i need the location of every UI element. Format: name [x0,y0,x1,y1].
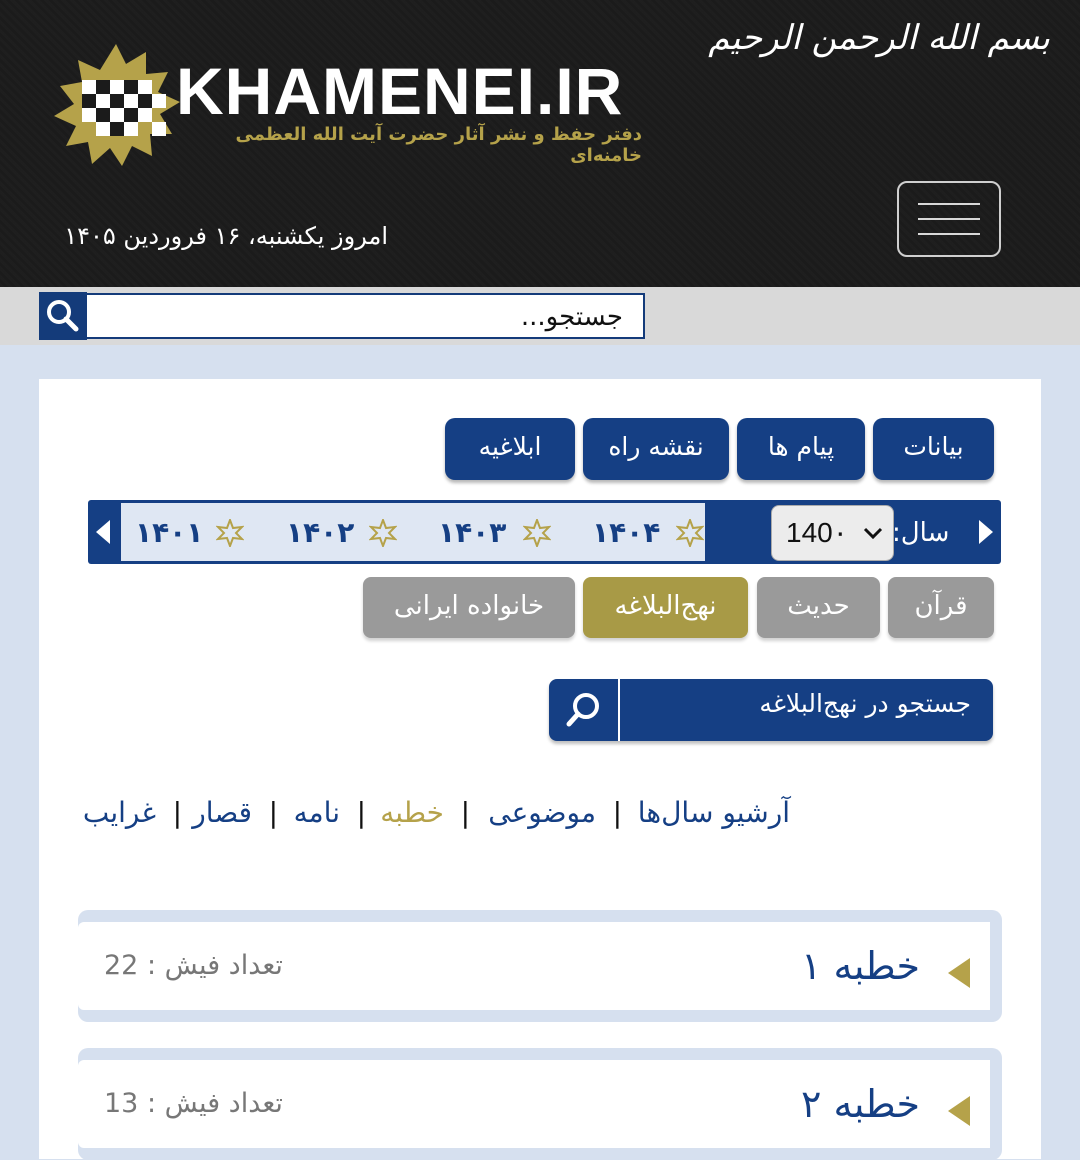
search-icon [566,693,599,727]
chevron-down-icon [863,527,883,540]
subnav-years-archive[interactable]: آرشیو سال‌ها [638,796,790,829]
list-item-title[interactable]: خطبه ۲ [801,1082,920,1126]
year-next-button[interactable] [969,500,1001,564]
tab-communique[interactable]: ابلاغیه [445,418,575,480]
divider [618,679,620,741]
subnav-letter[interactable]: نامه [294,796,340,829]
list-item-body: خطبه ۱ تعداد فیش : 22 [78,922,990,1010]
year-label: ۱۴۰۴ [592,516,661,549]
hamburger-menu-icon [918,203,980,205]
separator: | [268,796,278,829]
nahj-search-label: جستجو در نهج‌البلاغه [759,689,971,718]
subnav-short-sayings[interactable]: قصار [192,796,252,829]
star-ornament-icon [523,519,551,547]
category-quran[interactable]: قرآن [888,577,994,638]
tab-messages[interactable]: پیام ها [737,418,865,480]
tab-statements[interactable]: بیانات [873,418,994,480]
main-content-card [39,379,1041,1159]
year-select[interactable]: 140۰ [771,505,894,561]
chevron-right-icon [979,520,993,544]
tab-roadmap[interactable]: نقشه راه [583,418,729,480]
logo-subtitle: دفتر حفظ و نشر آثار حضرت آیت الله العظمی… [235,124,643,166]
subnav-thematic[interactable]: موضوعی [488,796,596,829]
star-ornament-icon [216,519,244,547]
separator: | [356,796,366,829]
list-item-body: خطبه ۲ تعداد فیش : 13 [78,1060,990,1148]
sub-navigation: آرشیو سال‌ها | موضوعی | خطبه | نامه | قص… [78,796,790,840]
year-item-1401[interactable]: ۱۴۰۱ [135,508,203,558]
separator: | [172,796,182,829]
year-label: ۱۴۰۲ [286,516,355,549]
caret-left-icon [948,958,970,988]
category-iranian-family[interactable]: خانواده ایرانی [363,577,575,638]
subnav-sermon[interactable]: خطبه [380,796,444,829]
list-item[interactable]: خطبه ۲ تعداد فیش : 13 [78,1048,1002,1160]
search-placeholder: جستجو... [520,302,623,332]
list-item-count: تعداد فیش : 13 [104,1088,283,1119]
list-item-title[interactable]: خطبه ۱ [801,944,920,988]
logo-emblem-icon [54,44,180,166]
year-label: ۱۴۰۱ [135,516,204,549]
bismillah-calligraphy: بسم الله الرحمن الرحیم [708,18,1050,58]
nahj-search-input[interactable]: جستجو در نهج‌البلاغه [549,679,993,741]
separator: | [460,796,470,829]
list-item[interactable]: خطبه ۱ تعداد فیش : 22 [78,910,1002,1022]
year-label-text: سال: [892,518,950,548]
year-item-1402[interactable]: ۱۴۰۲ [286,508,354,558]
subnav-rare-words[interactable]: غرایب [83,796,156,829]
star-ornament-icon [676,519,704,547]
year-item-1404[interactable]: ۱۴۰۴ [592,508,660,558]
separator: | [612,796,622,829]
year-prev-button[interactable] [88,500,120,564]
menu-button[interactable] [897,181,1001,257]
star-ornament-icon [369,519,397,547]
caret-left-icon [948,1096,970,1126]
hamburger-menu-icon [918,233,980,235]
site-logo[interactable]: KHAMENEI.IR دفتر حفظ و نشر آثار حضرت آیت… [46,40,666,180]
chevron-left-icon [96,520,110,544]
hamburger-menu-icon [918,218,980,220]
category-nahj-al-balagha[interactable]: نهج‌البلاغه [583,577,748,638]
search-icon [47,300,79,332]
category-hadith[interactable]: حدیث [757,577,880,638]
logo-text: KHAMENEI.IR [176,54,624,128]
year-select-value: 140۰ [786,517,848,548]
year-item-1403[interactable]: ۱۴۰۳ [438,508,506,558]
search-input[interactable]: جستجو... [85,293,645,339]
year-label: ۱۴۰۳ [438,516,507,549]
current-date: امروز یکشنبه، ۱۶ فروردین ۱۴۰۵ [64,222,388,250]
list-item-count: تعداد فیش : 22 [104,950,283,981]
search-button[interactable] [39,292,87,340]
